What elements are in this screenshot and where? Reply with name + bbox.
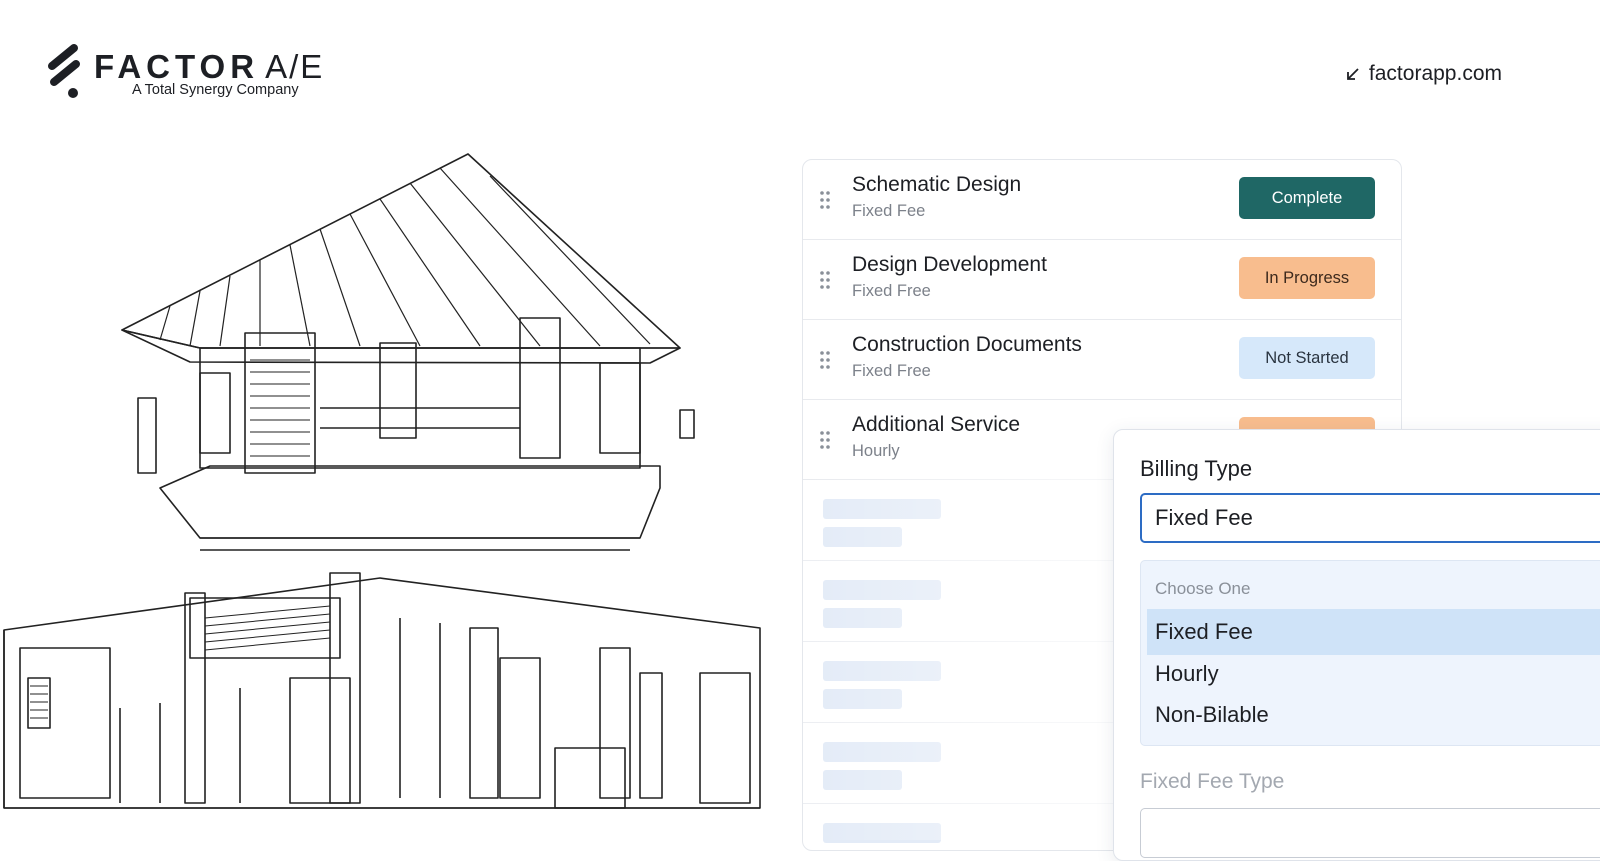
billing-type-dropdown: Choose One Fixed Fee Hourly Non-Bilable [1140,560,1600,746]
dropdown-header: Choose One [1155,579,1251,598]
skeleton-bar [823,580,941,600]
site-link-text: factorapp.com [1368,62,1502,85]
ground-floor-illustration [3,572,761,809]
status-badge[interactable]: Complete [1239,177,1375,219]
phase-billing-type: Hourly [852,442,900,460]
dropdown-option-hourly[interactable]: Hourly [1147,651,1600,697]
dropdown-option-non-billable[interactable]: Non-Bilable [1147,692,1600,738]
phase-billing-type: Fixed Free [852,282,931,300]
skeleton-bar [823,689,902,709]
drag-handle-icon[interactable] [819,350,831,370]
fixed-fee-type-field[interactable] [1140,808,1600,858]
skeleton-bar [823,499,941,519]
skeleton-bar [823,608,902,628]
site-link[interactable]: factorapp.com [1345,62,1502,86]
brand-name: FACTOR A/E [94,48,325,85]
status-badge[interactable]: In Progress [1239,257,1375,299]
skeleton-bar [823,742,941,762]
billing-panel: Billing Type Choose One Fixed Fee Hourly… [1113,429,1600,861]
factor-logo: FACTOR A/E A Total Synergy Company [46,44,326,104]
roof-illustration [121,153,681,364]
phase-row[interactable]: Schematic Design Fixed Fee Complete [803,160,1401,240]
phase-billing-type: Fixed Free [852,362,931,380]
drag-handle-icon[interactable] [819,430,831,450]
floor-slab-illustration [159,465,661,551]
phase-name: Schematic Design [852,173,1022,196]
phase-name: Additional Service [852,413,1021,436]
phase-row[interactable]: Construction Documents Fixed Free Not St… [803,320,1401,400]
skeleton-bar [823,661,941,681]
billing-type-label: Billing Type [1140,456,1253,481]
arrow-down-left-icon [1347,68,1359,80]
house-illustration [3,153,761,809]
skeleton-bar [823,770,902,790]
billing-type-input[interactable] [1140,493,1600,543]
drag-handle-icon[interactable] [819,270,831,290]
status-badge[interactable]: Not Started [1239,337,1375,379]
phase-name: Construction Documents [852,333,1082,356]
phase-row[interactable]: Design Development Fixed Free In Progres… [803,240,1401,320]
factor-logo-mark-icon [48,44,80,98]
drag-handle-icon[interactable] [819,190,831,210]
fixed-fee-type-label: Fixed Fee Type [1140,770,1285,793]
upper-floor-illustration [137,317,695,474]
phase-billing-type: Fixed Fee [852,202,926,220]
skeleton-bar [823,823,941,843]
brand-tagline: A Total Synergy Company [132,82,299,98]
skeleton-bar [823,527,902,547]
phase-name: Design Development [852,253,1047,276]
dropdown-option-fixed-fee[interactable]: Fixed Fee [1147,609,1600,655]
